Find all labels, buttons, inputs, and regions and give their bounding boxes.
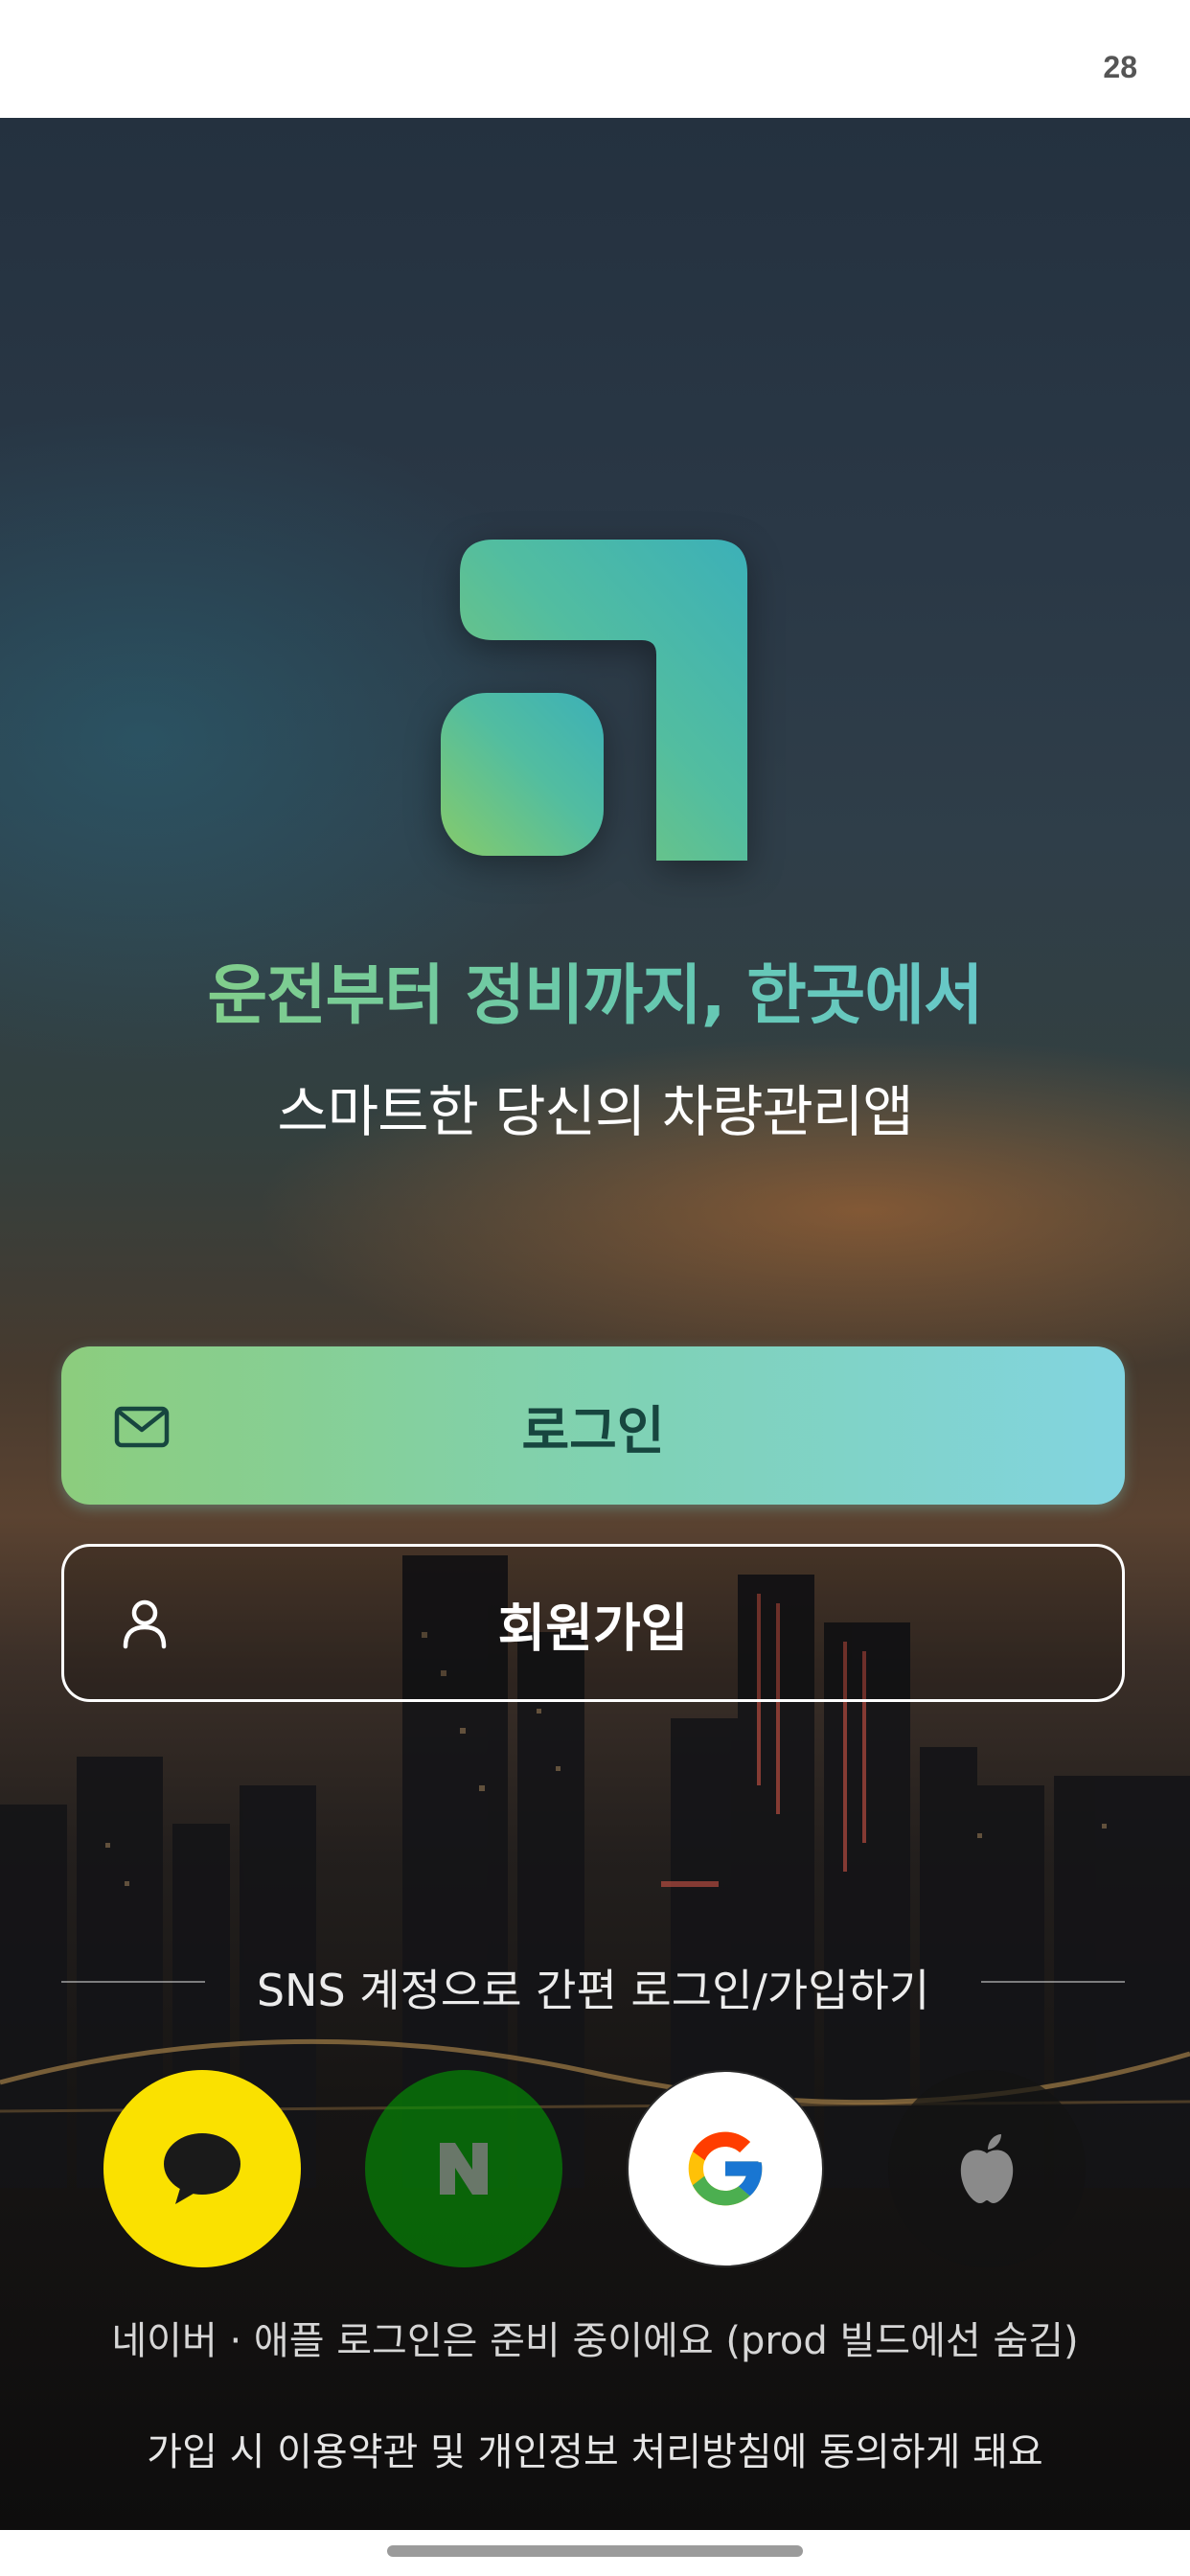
signup-button-label: 회원가입: [497, 1598, 689, 1658]
terms-agreement-notice: 가입 시 이용약관 및 개인정보 처리방침에 동의하게 돼요: [147, 2430, 1043, 2474]
apple-login-button[interactable]: [888, 2070, 1086, 2267]
status-time: 28: [1103, 50, 1137, 84]
home-indicator[interactable]: [387, 2545, 803, 2557]
naver-login-button[interactable]: [365, 2070, 562, 2267]
apple-icon: [960, 2134, 1014, 2203]
login-button[interactable]: 로그인: [61, 1346, 1125, 1505]
google-icon: [688, 2131, 763, 2206]
sns-divider: SNS 계정으로 간편 로그인/가입하기: [61, 1948, 1125, 2016]
sns-divider-text: SNS 계정으로 간편 로그인/가입하기: [256, 1965, 930, 2016]
kakao-login-button[interactable]: [103, 2070, 301, 2267]
subline: 스마트한 당신의 차량관리앱: [277, 1079, 913, 1144]
google-login-button[interactable]: [627, 2070, 824, 2267]
app-logo-icon: [441, 540, 747, 861]
naver-icon: [440, 2143, 488, 2195]
status-bar: 28: [0, 0, 1190, 118]
headline: 운전부터 정비까지, 한곳에서: [0, 942, 1190, 1037]
login-button-label: 로그인: [521, 1400, 665, 1460]
sns-preparing-notice: 네이버 · 애플 로그인은 준비 중이에요 (prod 빌드에선 숨김): [111, 2319, 1079, 2363]
kakao-talk-icon: [164, 2133, 240, 2204]
signup-button[interactable]: 회원가입: [61, 1544, 1125, 1702]
login-screen: 운전부터 정비까지, 한곳에서 스마트한 당신의 차량관리앱 로그인 회원가입 …: [0, 118, 1190, 2530]
divider-line-right: [981, 1981, 1125, 1983]
